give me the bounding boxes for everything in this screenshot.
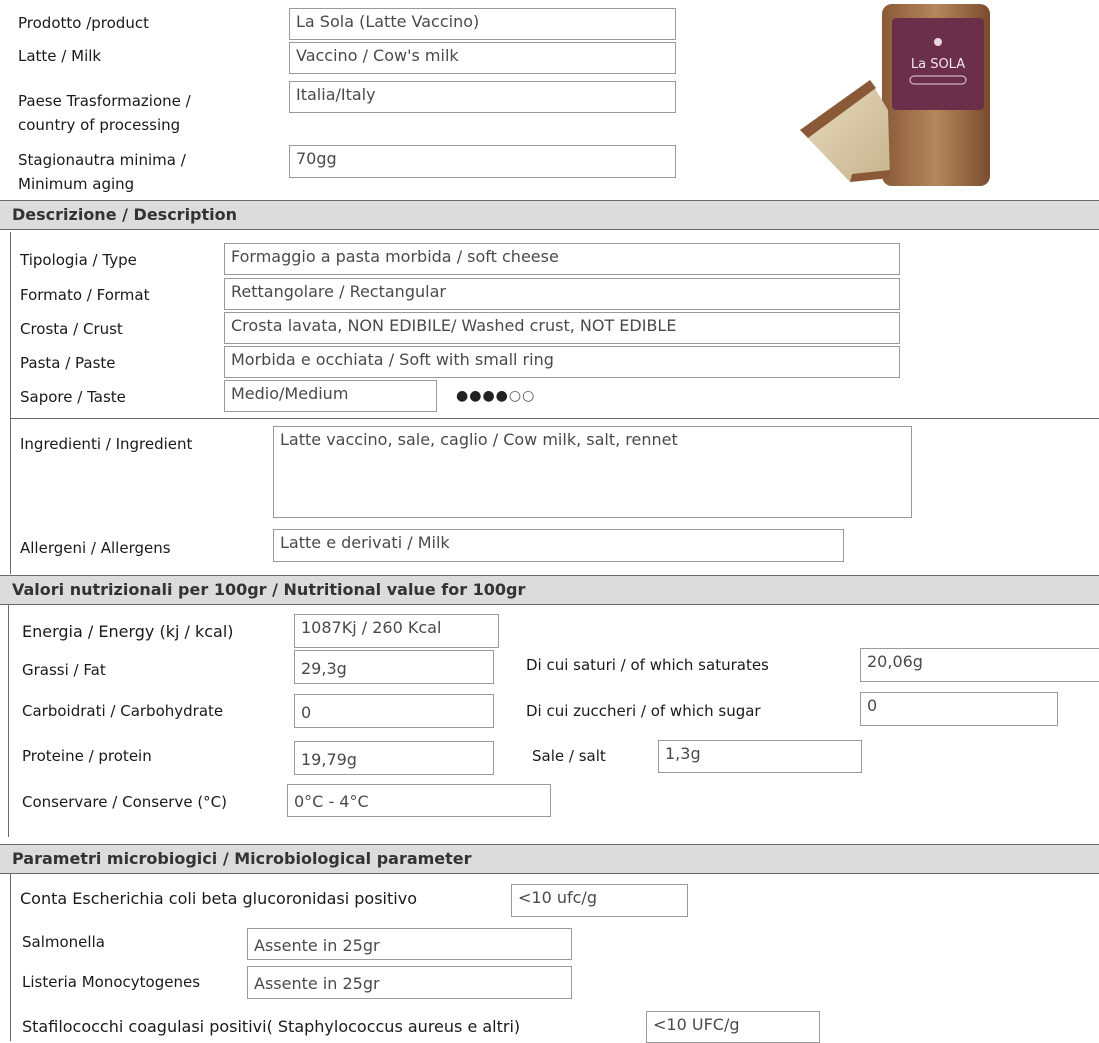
saturates-label: Di cui saturi / of which saturates [526,656,769,674]
type-label: Tipologia / Type [20,251,137,269]
aging-label-en: Minimum aging [18,175,135,193]
staph-field[interactable]: <10 UFC/g [646,1011,820,1043]
aging-label: Stagionautra minima / [18,151,186,169]
taste-field[interactable]: Medio/Medium [224,380,437,412]
sugar-field[interactable]: 0 [860,692,1058,726]
protein-field[interactable]: 19,79g [294,741,494,775]
rating-dot-filled: ● [469,388,483,404]
product-label: Prodotto /product [18,14,149,32]
taste-rating: ●●●●○○ [456,388,535,404]
cheese-brand-text: La SOLA [911,57,965,72]
product-field[interactable]: La Sola (Latte Vaccino) [289,8,676,40]
salmonella-label: Salmonella [22,933,105,951]
ingredients-field[interactable]: Latte vaccino, sale, caglio / Cow milk, … [273,426,912,518]
allergens-field[interactable]: Latte e derivati / Milk [273,529,844,562]
protein-label: Proteine / protein [22,747,152,765]
format-field[interactable]: Rettangolare / Rectangular [224,278,900,310]
crust-field[interactable]: Crosta lavata, NON EDIBILE/ Washed crust… [224,312,900,344]
rating-dot-empty: ○ [522,388,536,404]
paste-label: Pasta / Paste [20,354,116,372]
micro-frame [10,874,11,1041]
listeria-field[interactable]: Assente in 25gr [247,966,572,999]
nutrition-frame [8,605,9,837]
country-label: Paese Trasformazione / [18,92,191,110]
nutrition-header: Valori nutrizionali per 100gr / Nutritio… [0,575,1099,605]
rating-dot-filled: ● [456,388,470,404]
staph-label: Stafilococchi coagulasi positivi( Staphy… [22,1017,521,1036]
format-label: Formato / Format [20,286,150,304]
fat-field[interactable]: 29,3g [294,650,494,684]
conserve-field[interactable]: 0°C - 4°C [287,784,551,817]
description-frame [10,232,11,418]
sugar-label: Di cui zuccheri / of which sugar [526,702,761,720]
rating-dot-empty: ○ [508,388,523,404]
aging-field[interactable]: 70gg [289,145,676,178]
energy-label: Energia / Energy (kj / kcal) [22,622,234,641]
energy-field[interactable]: 1087Kj / 260 Kcal [294,614,499,648]
cheese-product-photo: La SOLA [800,4,990,186]
fat-label: Grassi / Fat [22,661,106,679]
ecoli-label: Conta Escherichia coli beta glucoronidas… [20,889,417,908]
crust-label: Crosta / Crust [20,320,123,338]
allergens-label: Allergeni / Allergens [20,539,171,557]
salmonella-field[interactable]: Assente in 25gr [247,928,572,960]
description-header: Descrizione / Description [0,200,1099,230]
paste-field[interactable]: Morbida e occhiata / Soft with small rin… [224,346,900,378]
country-label-en: country of processing [18,116,181,134]
milk-field[interactable]: Vaccino / Cow's milk [289,42,676,74]
carbs-field[interactable]: 0 [294,694,494,728]
description-divider [10,418,1099,419]
country-field[interactable]: Italia/Italy [289,81,676,113]
ingredients-frame [10,418,11,574]
type-field[interactable]: Formaggio a pasta morbida / soft cheese [224,243,900,275]
taste-label: Sapore / Taste [20,388,126,406]
saturates-field[interactable]: 20,06g [860,648,1099,682]
micro-header: Parametri microbiogici / Microbiological… [0,844,1099,874]
milk-label: Latte / Milk [18,47,102,65]
rating-dot-filled: ● [482,388,496,404]
ingredients-label: Ingredienti / Ingredient [20,435,193,453]
carbs-label: Carboidrati / Carbohydrate [22,702,224,720]
listeria-label: Listeria Monocytogenes [22,973,201,991]
conserve-label: Conservare / Conserve (°C) [22,793,228,811]
salt-field[interactable]: 1,3g [658,740,862,773]
ecoli-field[interactable]: <10 ufc/g [511,884,688,917]
rating-dot-filled: ● [495,388,509,404]
salt-label: Sale / salt [532,747,606,765]
